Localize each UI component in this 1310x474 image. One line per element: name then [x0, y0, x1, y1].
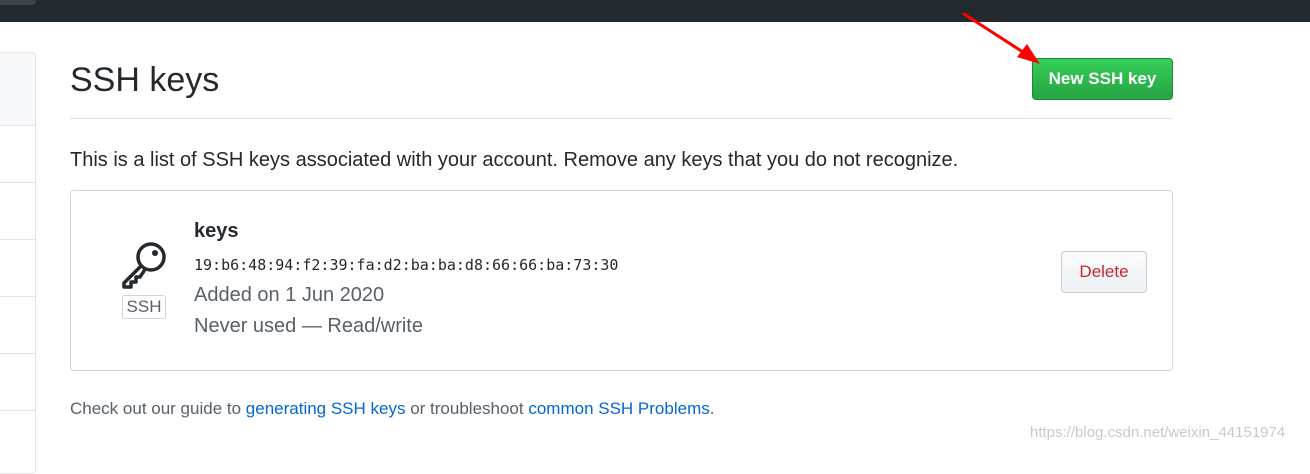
annotation-arrow-icon [962, 12, 1040, 64]
key-title: keys [194, 220, 239, 242]
topbar-item[interactable] [0, 0, 36, 5]
key-usage-status: Never used — Read/write [194, 315, 423, 337]
sidebar-item[interactable] [0, 354, 35, 411]
intro-text: This is a list of SSH keys associated wi… [70, 149, 959, 171]
sidebar-item[interactable] [0, 183, 35, 240]
generating-ssh-keys-link[interactable]: generating SSH keys [246, 399, 406, 418]
header-divider [70, 118, 1173, 119]
help-text-prefix: Check out our guide to [70, 399, 246, 418]
sidebar-item[interactable] [0, 297, 35, 354]
sidebar-item[interactable] [0, 240, 35, 297]
common-ssh-problems-link[interactable]: common SSH Problems [528, 399, 709, 418]
settings-sidebar [0, 52, 36, 474]
new-ssh-key-button[interactable]: New SSH key [1032, 58, 1173, 100]
key-added-date: Added on 1 Jun 2020 [194, 284, 385, 306]
sidebar-item-active[interactable] [0, 53, 35, 126]
delete-key-button[interactable]: Delete [1061, 251, 1147, 293]
ssh-badge: SSH [122, 295, 166, 319]
help-text-suffix: . [709, 399, 715, 418]
help-text: Check out our guide to generating SSH ke… [70, 398, 714, 420]
watermark: https://blog.csdn.net/weixin_44151974 [1030, 424, 1286, 441]
page-title: SSH keys [70, 61, 220, 99]
key-icon [122, 242, 166, 289]
key-fingerprint: 19:b6:48:94:f2:39:fa:d2:ba:ba:d8:66:66:b… [194, 256, 619, 274]
help-text-middle: or troubleshoot [405, 399, 529, 418]
sidebar-item[interactable] [0, 126, 35, 183]
ssh-key-list-item: SSH keys 19:b6:48:94:f2:39:fa:d2:ba:ba:d… [70, 190, 1173, 371]
